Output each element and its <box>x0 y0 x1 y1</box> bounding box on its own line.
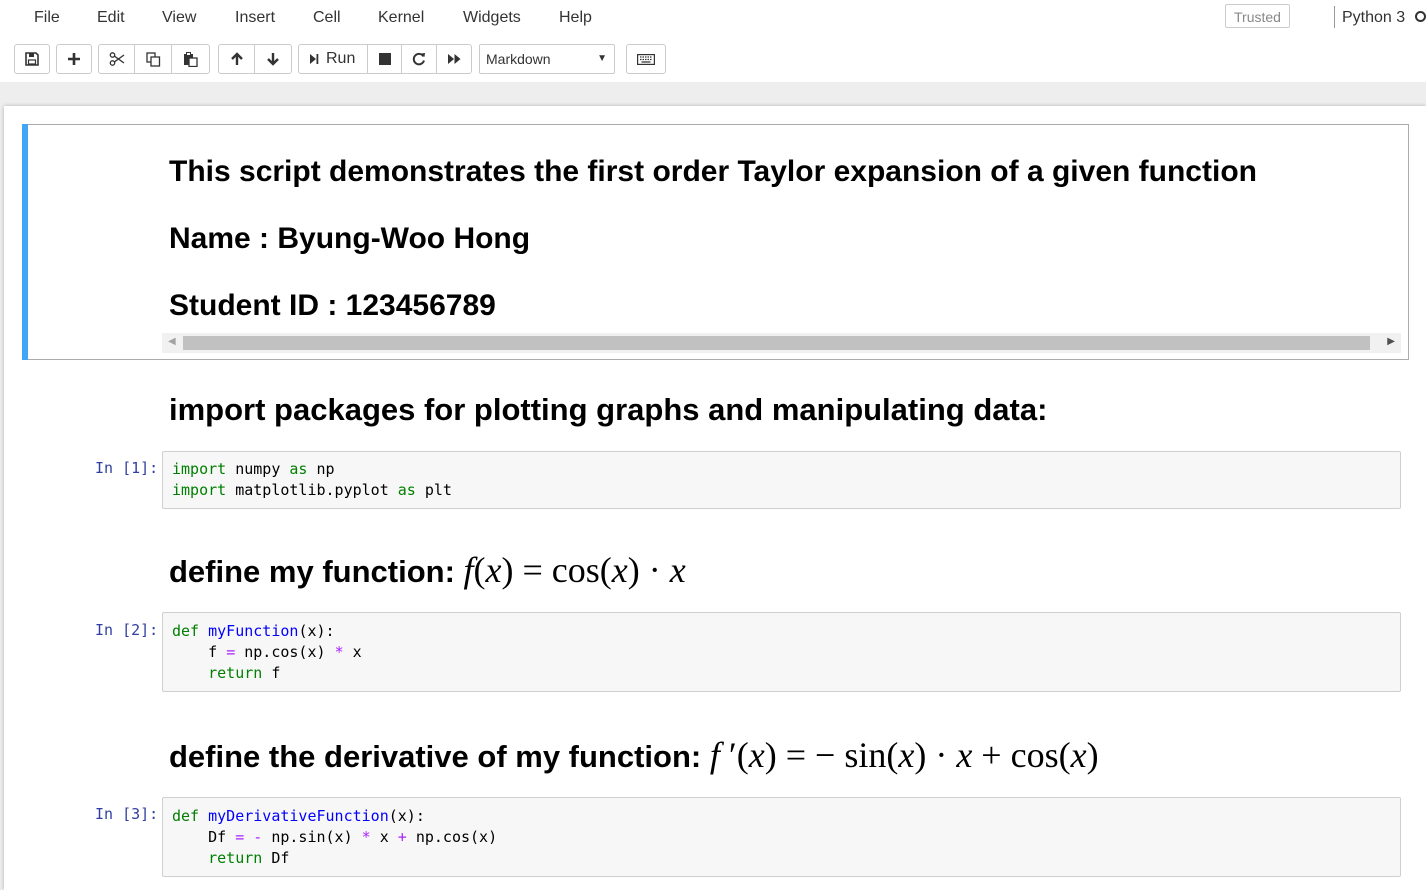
arrow-down-icon <box>267 53 279 66</box>
function-heading-text: define my function: <box>169 554 455 589</box>
code-cell-input[interactable]: def myFunction(x): f = np.cos(x) * x ret… <box>162 612 1401 692</box>
packages-heading: import packages for plotting graphs and … <box>169 392 1048 427</box>
menu-view[interactable]: View <box>162 9 196 27</box>
copy-icon <box>145 51 160 67</box>
function-heading: define my function: f(x) = cos(x) · x <box>169 549 686 591</box>
interrupt-button[interactable] <box>367 44 402 74</box>
code-cell-input[interactable]: def myDerivativeFunction(x): Df = - np.s… <box>162 797 1401 877</box>
scroll-left-icon[interactable]: ◀ <box>168 336 176 347</box>
derivative-formula: f ′(x) = − sin(x) · x + cos(x) <box>709 735 1099 775</box>
derivative-heading-text: define the derivative of my function: <box>169 739 702 774</box>
paste-icon <box>184 51 198 67</box>
menu-edit[interactable]: Edit <box>97 9 125 27</box>
fast-forward-icon <box>447 54 460 64</box>
cut-icon <box>109 52 124 66</box>
keyboard-icon <box>637 53 655 65</box>
move-up-button[interactable] <box>218 44 255 74</box>
menu-cell[interactable]: Cell <box>313 9 341 27</box>
selected-cell-edge <box>22 124 28 360</box>
menubar: File Edit View Insert Cell Kernel Widget… <box>0 0 1426 37</box>
code-line: f = np.cos(x) * x <box>172 643 362 661</box>
student-id: Student ID : 123456789 <box>169 289 496 322</box>
cell-type-value: Markdown <box>486 51 551 67</box>
restart-run-all-button[interactable] <box>436 44 472 74</box>
code-line: Df = - np.sin(x) * x + np.cos(x) <box>172 828 498 846</box>
code-line: import matplotlib.pyplot as plt <box>172 481 452 499</box>
code-cell-input[interactable]: import numpy as np import matplotlib.pyp… <box>162 451 1401 509</box>
author-name: Name : Byung-Woo Hong <box>169 222 531 255</box>
move-down-button[interactable] <box>254 44 292 74</box>
menu-file[interactable]: File <box>34 9 60 27</box>
code-line: def myFunction(x): <box>172 622 335 640</box>
menu-kernel[interactable]: Kernel <box>378 9 424 27</box>
kernel-separator <box>1334 6 1335 28</box>
save-icon <box>25 52 39 66</box>
restart-button[interactable] <box>401 44 437 74</box>
scroll-right-icon[interactable]: ▶ <box>1387 336 1395 347</box>
trusted-indicator[interactable]: Trusted <box>1225 4 1290 28</box>
save-button[interactable] <box>14 44 50 74</box>
scrollbar-thumb[interactable] <box>183 336 1370 350</box>
code-line: import numpy as np <box>172 460 335 478</box>
menu-insert[interactable]: Insert <box>235 9 275 27</box>
function-formula: f(x) = cos(x) · x <box>463 550 686 590</box>
horizontal-scrollbar[interactable]: ◀ ▶ <box>162 333 1401 353</box>
cell-type-select[interactable]: Markdown ▼ <box>479 44 615 74</box>
menu-widgets[interactable]: Widgets <box>463 9 521 27</box>
menu-help[interactable]: Help <box>559 9 592 27</box>
header-separator <box>0 82 1426 104</box>
kernel-name[interactable]: Python 3 <box>1342 9 1405 27</box>
intro-title: This script demonstrates the first order… <box>169 155 1257 188</box>
command-palette-button[interactable] <box>626 44 666 74</box>
stop-icon <box>378 53 391 65</box>
toolbar: Run Markdown ▼ <box>0 37 1426 83</box>
run-button[interactable]: Run <box>298 44 368 74</box>
insert-cell-button[interactable] <box>56 44 92 74</box>
input-prompt: In [2]: <box>95 621 159 639</box>
code-line: return Df <box>172 849 290 867</box>
input-prompt: In [3]: <box>95 805 159 823</box>
caret-down-icon: ▼ <box>597 53 607 64</box>
plus-icon <box>68 53 80 65</box>
paste-button[interactable] <box>171 44 210 74</box>
restart-icon <box>412 52 425 66</box>
arrow-up-icon <box>230 52 243 65</box>
code-line: def myDerivativeFunction(x): <box>172 807 425 825</box>
input-prompt: In [1]: <box>95 459 159 477</box>
code-line: return f <box>172 664 281 682</box>
run-label: Run <box>326 50 356 67</box>
copy-button[interactable] <box>134 44 172 74</box>
cut-button[interactable] <box>98 44 135 74</box>
derivative-heading: define the derivative of my function: f … <box>169 734 1099 776</box>
kernel-status-icon <box>1415 11 1426 22</box>
run-icon <box>310 54 319 64</box>
